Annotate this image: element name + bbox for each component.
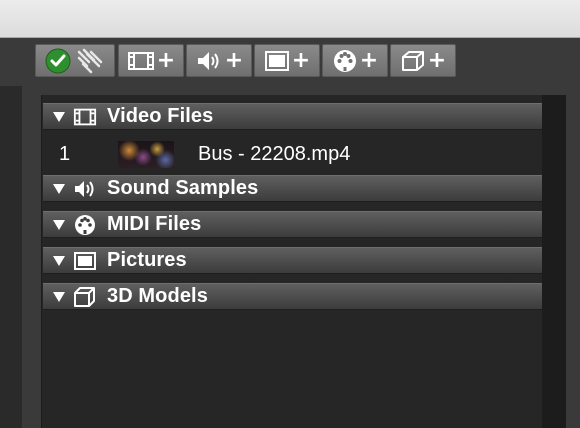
film-icon [73,107,97,127]
cube-icon [400,49,426,73]
item-index: 1 [59,143,71,165]
speaker-icon [195,49,223,73]
expand-triangle-icon[interactable] [53,255,65,266]
midi-icon [73,214,97,235]
loop-stripes-icon [75,48,105,74]
expand-triangle-icon[interactable] [53,183,65,194]
speaker-icon [73,179,97,199]
toggle-button[interactable] [35,44,115,77]
picture-icon [73,251,97,271]
group-header-sound-samples[interactable]: Sound Samples [43,175,542,202]
group-label: 3D Models [107,285,208,307]
video-thumbnail [118,141,174,168]
plus-icon: + [427,47,447,73]
left-panel-edge [0,86,22,428]
group-label: Pictures [107,249,187,271]
expand-triangle-icon[interactable] [53,291,65,302]
add-sound-button[interactable]: + [186,44,252,77]
add-midi-button[interactable]: + [322,44,388,77]
expand-triangle-icon[interactable] [53,219,65,230]
plus-icon: + [224,47,244,73]
add-3d-model-button[interactable]: + [390,44,456,77]
window-titlebar [0,0,580,38]
group-header-midi-files[interactable]: MIDI Files [43,211,542,238]
group-header-pictures[interactable]: Pictures [43,247,542,274]
picture-icon [264,50,290,72]
plus-icon: + [291,47,311,73]
add-video-button[interactable]: + [118,44,184,77]
expand-triangle-icon[interactable] [53,111,65,122]
list-item[interactable]: 1 Bus - 22208.mp4 [43,139,542,170]
cube-icon [73,286,97,307]
add-picture-button[interactable]: + [254,44,320,77]
scrollbar[interactable] [542,95,566,428]
film-icon [127,50,155,72]
group-label: Sound Samples [107,177,259,199]
group-header-video-files[interactable]: Video Files [43,103,542,130]
group-header-3d-models[interactable]: 3D Models [43,283,542,310]
plus-icon: + [359,47,379,73]
toolbar: + + + + + [0,38,580,86]
check-circle-icon [45,48,71,74]
group-label: MIDI Files [107,213,202,235]
file-name: Bus - 22208.mp4 [198,143,351,165]
plus-icon: + [156,47,176,73]
midi-icon [332,48,358,74]
group-label: Video Files [107,105,214,127]
